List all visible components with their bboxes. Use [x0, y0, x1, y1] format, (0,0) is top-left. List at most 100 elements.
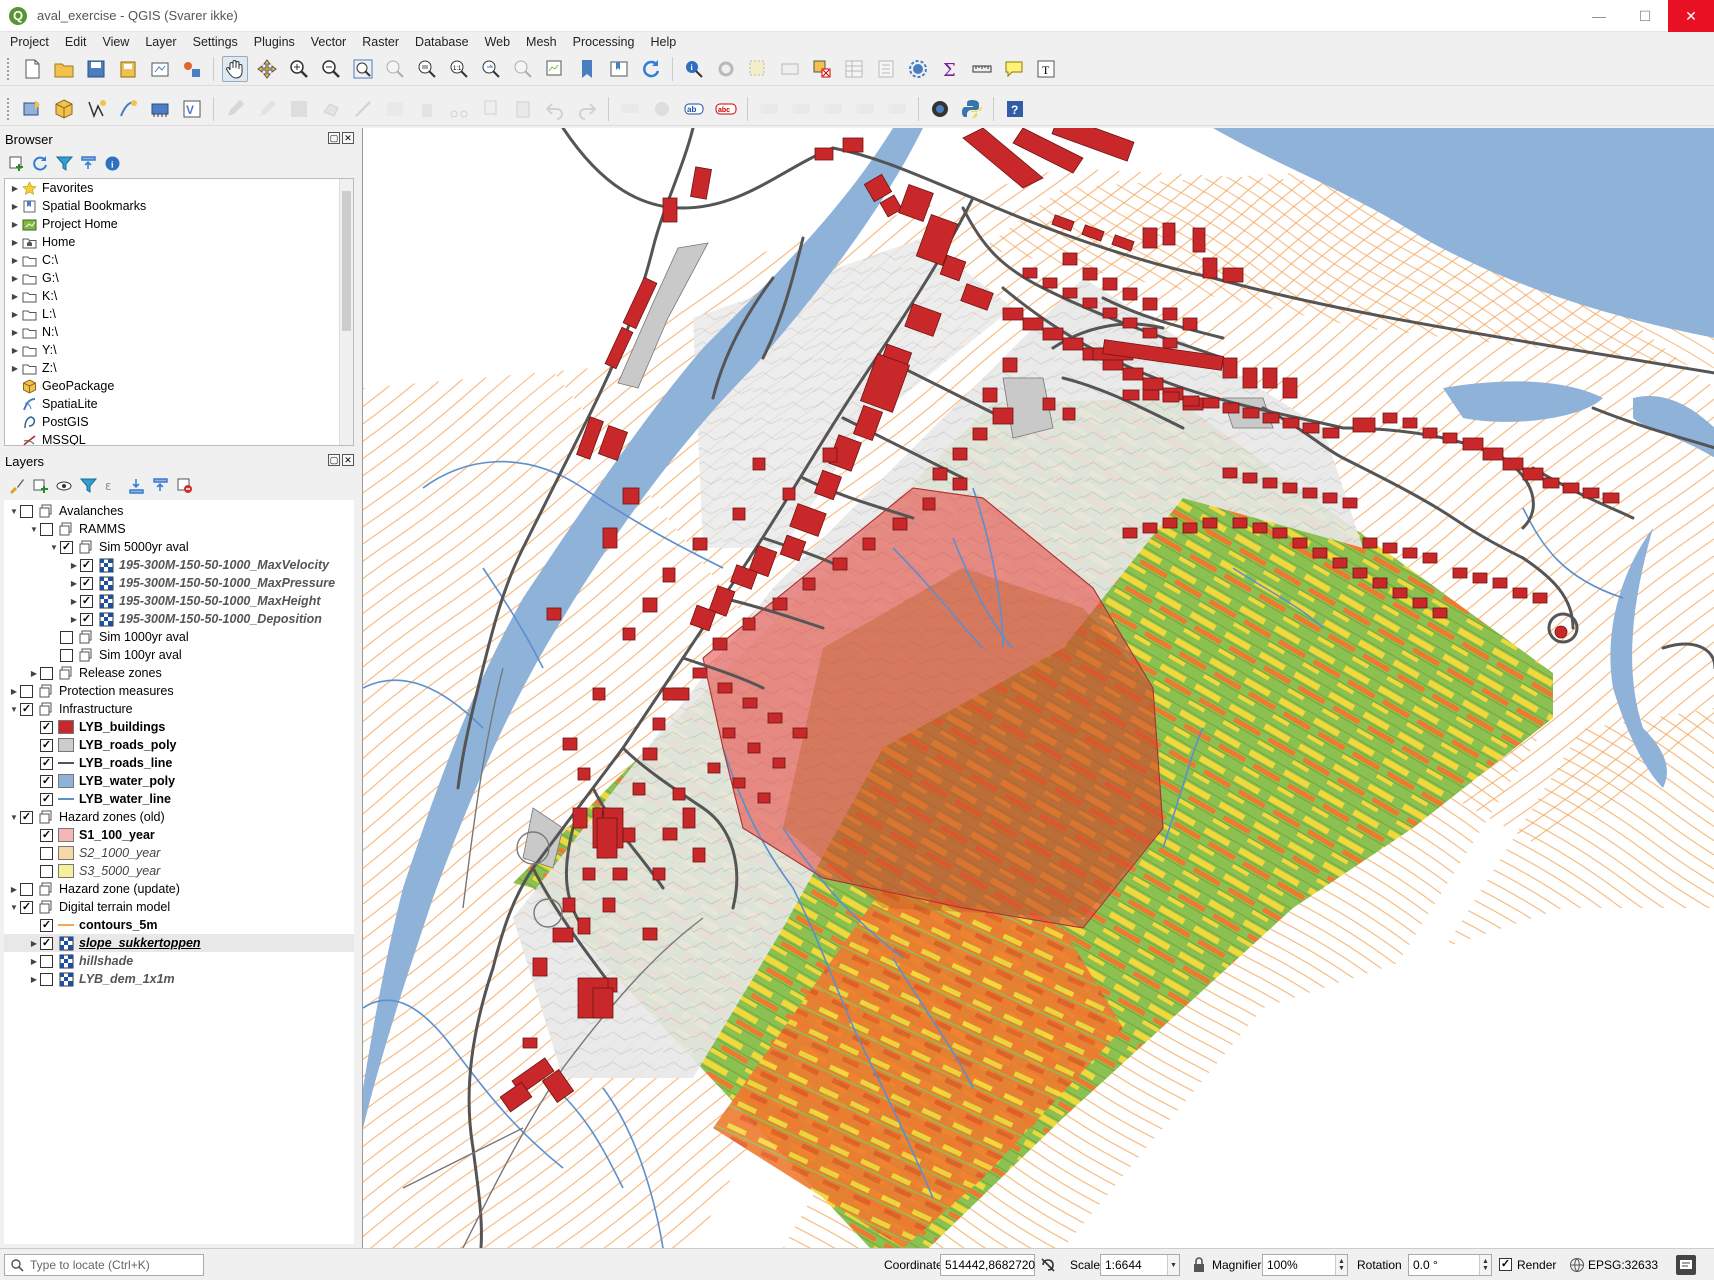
- cut-features-icon[interactable]: [446, 96, 472, 122]
- layer-visibility-checkbox[interactable]: [40, 666, 53, 680]
- menu-help[interactable]: Help: [640, 35, 682, 49]
- rotation-field[interactable]: 0.0 ° ▲ ▼: [1408, 1254, 1492, 1276]
- browser-scroll-thumb[interactable]: [342, 191, 351, 331]
- menu-edit[interactable]: Edit: [55, 35, 93, 49]
- crs-label[interactable]: EPSG:32633: [1588, 1258, 1658, 1272]
- menu-vector[interactable]: Vector: [301, 35, 352, 49]
- collapse-all-icon[interactable]: [150, 475, 170, 495]
- label-toolbar-abc-icon[interactable]: abc: [713, 96, 739, 122]
- globe-icon[interactable]: [1569, 1257, 1585, 1273]
- layer-item[interactable]: ✓ LYB_roads_line: [4, 754, 354, 772]
- change-label-icon[interactable]: [884, 96, 910, 122]
- menu-settings[interactable]: Settings: [183, 35, 244, 49]
- layer-item[interactable]: ▼ Avalanches: [4, 502, 354, 520]
- label-tool-icon[interactable]: [617, 96, 643, 122]
- add-selected-icon[interactable]: [6, 153, 26, 173]
- actions-icon[interactable]: [713, 56, 739, 82]
- expand-arrow-icon[interactable]: ▶: [9, 359, 21, 377]
- layer-item[interactable]: ▶ Protection measures: [4, 682, 354, 700]
- new-geopackage-layer-icon[interactable]: [51, 96, 77, 122]
- menu-mesh[interactable]: Mesh: [516, 35, 563, 49]
- processing-toolbox-icon[interactable]: [905, 56, 931, 82]
- layer-visibility-checkbox[interactable]: ✓: [80, 558, 93, 572]
- statistics-icon[interactable]: Σ: [937, 56, 963, 82]
- render-checkbox[interactable]: ✓: [1499, 1258, 1512, 1271]
- layer-visibility-checkbox[interactable]: ✓: [40, 774, 53, 788]
- expand-arrow-icon[interactable]: ▼: [8, 700, 20, 718]
- layer-visibility-checkbox[interactable]: ✓: [40, 828, 53, 842]
- style-manager-icon[interactable]: [179, 56, 205, 82]
- python-console-icon[interactable]: [959, 96, 985, 122]
- layer-item[interactable]: ▶ ✓ 195-300M-150-50-1000_MaxHeight: [4, 592, 354, 610]
- browser-scrollbar[interactable]: [339, 179, 353, 445]
- expand-arrow-icon[interactable]: ▶: [9, 305, 21, 323]
- filter-legend-icon[interactable]: [78, 475, 98, 495]
- info-icon[interactable]: i: [102, 153, 122, 173]
- browser-item[interactable]: ▶ Favorites: [5, 179, 353, 197]
- remove-layer-icon[interactable]: [174, 475, 194, 495]
- layer-visibility-checkbox[interactable]: ✓: [40, 738, 53, 752]
- expand-arrow-icon[interactable]: [28, 790, 40, 808]
- expand-arrow-icon[interactable]: ▼: [8, 502, 20, 520]
- zoom-to-selection-icon[interactable]: [382, 56, 408, 82]
- layer-item[interactable]: ✓ LYB_roads_poly: [4, 736, 354, 754]
- layer-visibility-checkbox[interactable]: ✓: [40, 756, 53, 770]
- plugin-icon[interactable]: [927, 96, 953, 122]
- expand-arrow-icon[interactable]: [48, 646, 60, 664]
- help-icon[interactable]: ?: [1002, 96, 1028, 122]
- new-project-icon[interactable]: [19, 56, 45, 82]
- add-group-icon[interactable]: [30, 475, 50, 495]
- layer-item[interactable]: ▶ ✓ 195-300M-150-50-1000_MaxPressure: [4, 574, 354, 592]
- layer-visibility-checkbox[interactable]: [20, 684, 33, 698]
- zoom-to-layer-icon[interactable]: [414, 56, 440, 82]
- browser-item[interactable]: ▶ L:\: [5, 305, 353, 323]
- expand-arrow-icon[interactable]: ▼: [48, 538, 60, 556]
- zoom-last-icon[interactable]: [478, 56, 504, 82]
- layer-visibility-checkbox[interactable]: ✓: [80, 594, 93, 608]
- maximize-button[interactable]: ☐: [1622, 0, 1668, 32]
- new-shapefile-layer-icon[interactable]: [83, 96, 109, 122]
- layer-visibility-checkbox[interactable]: ✓: [20, 810, 33, 824]
- expand-arrow-icon[interactable]: ▶: [9, 251, 21, 269]
- expand-arrow-icon[interactable]: ▶: [68, 556, 80, 574]
- float-panel-button[interactable]: ▢: [328, 132, 340, 144]
- expand-arrow-icon[interactable]: [28, 772, 40, 790]
- layer-visibility-checkbox[interactable]: ✓: [60, 540, 73, 554]
- zoom-next-icon[interactable]: [510, 56, 536, 82]
- spin-arrows-icon[interactable]: ▲ ▼: [1335, 1255, 1347, 1275]
- style-brush-icon[interactable]: [6, 475, 26, 495]
- browser-item[interactable]: ▶ G:\: [5, 269, 353, 287]
- layer-item[interactable]: ▶ LYB_dem_1x1m: [4, 970, 354, 988]
- expand-arrow-icon[interactable]: [9, 413, 21, 431]
- map-canvas[interactable]: [362, 128, 1714, 1248]
- undo-icon[interactable]: [542, 96, 568, 122]
- layer-item[interactable]: ▼ ✓ Digital terrain model: [4, 898, 354, 916]
- paste-features-icon[interactable]: [510, 96, 536, 122]
- layer-item[interactable]: ✓ S1_100_year: [4, 826, 354, 844]
- new-map-view-icon[interactable]: [542, 56, 568, 82]
- browser-item[interactable]: ▶ N:\: [5, 323, 353, 341]
- pan-map-icon[interactable]: [222, 55, 248, 82]
- menu-processing[interactable]: Processing: [563, 35, 641, 49]
- menu-database[interactable]: Database: [405, 35, 475, 49]
- expand-arrow-icon[interactable]: ▶: [9, 287, 21, 305]
- show-hide-labels-icon[interactable]: [788, 96, 814, 122]
- menu-view[interactable]: View: [92, 35, 135, 49]
- layer-item[interactable]: ▶ Hazard zone (update): [4, 880, 354, 898]
- layer-visibility-checkbox[interactable]: [40, 864, 53, 878]
- expand-arrow-icon[interactable]: [28, 754, 40, 772]
- layer-item[interactable]: ✓ contours_5m: [4, 916, 354, 934]
- layer-item[interactable]: ▶ ✓ slope_sukkertoppen: [4, 934, 354, 952]
- expand-arrow-icon[interactable]: ▶: [9, 215, 21, 233]
- layer-visibility-checkbox[interactable]: [20, 882, 33, 896]
- expand-arrow-icon[interactable]: ▶: [9, 197, 21, 215]
- open-project-icon[interactable]: [51, 56, 77, 82]
- browser-item[interactable]: SpatiaLite: [5, 395, 353, 413]
- expand-arrow-icon[interactable]: [9, 377, 21, 395]
- move-label-icon[interactable]: [820, 96, 846, 122]
- browser-item[interactable]: ▶ Spatial Bookmarks: [5, 197, 353, 215]
- map-tips-icon[interactable]: [1001, 56, 1027, 82]
- browser-item[interactable]: PostGIS: [5, 413, 353, 431]
- layer-item[interactable]: S3_5000_year: [4, 862, 354, 880]
- measure-icon[interactable]: [969, 56, 995, 82]
